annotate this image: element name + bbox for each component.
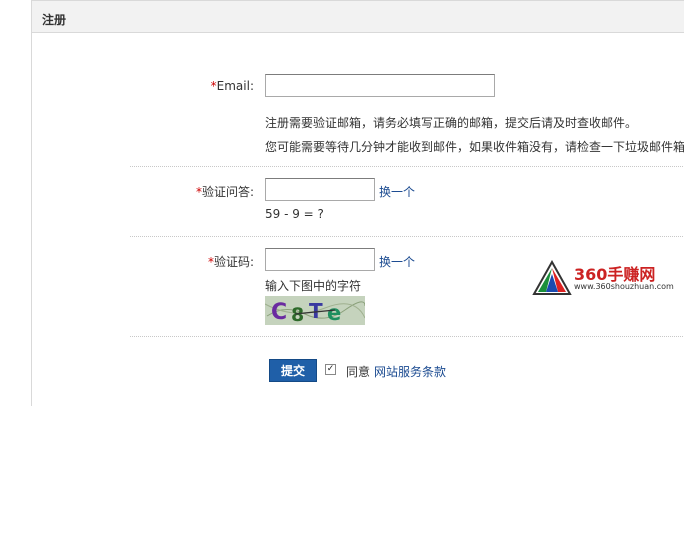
captcha-field[interactable] bbox=[265, 248, 375, 271]
logo-triangle-icon bbox=[532, 260, 572, 295]
captcha-label-text: 验证码: bbox=[213, 255, 254, 269]
watermark-url: www.360shouzhuan.com bbox=[574, 282, 674, 291]
captcha-char: C bbox=[271, 300, 287, 325]
captcha-char: e bbox=[327, 301, 341, 325]
change-captcha-link[interactable]: 换一个 bbox=[379, 253, 415, 270]
agree-checkbox[interactable]: ✓ bbox=[325, 364, 336, 375]
captcha-label: *验证码: bbox=[208, 253, 254, 270]
question-label-text: 验证问答: bbox=[201, 185, 254, 199]
email-field[interactable] bbox=[265, 74, 495, 97]
email-hint-1: 注册需要验证邮箱，请务必填写正确的邮箱，提交后请及时查收邮件。 bbox=[265, 116, 638, 130]
email-hint-2: 您可能需要等待几分钟才能收到邮件，如果收件箱没有，请检查一下垃圾邮件箱 bbox=[265, 140, 684, 154]
submit-button[interactable]: 提交 bbox=[269, 359, 317, 382]
email-label: *Email: bbox=[211, 79, 254, 93]
site-watermark: 360手赚网 www.360shouzhuan.com bbox=[532, 258, 684, 298]
terms-link[interactable]: 网站服务条款 bbox=[374, 363, 446, 380]
email-label-text: Email: bbox=[216, 79, 254, 93]
change-question-link[interactable]: 换一个 bbox=[379, 183, 415, 200]
captcha-hint: 输入下图中的字符 bbox=[265, 279, 362, 293]
panel-header: 注册 bbox=[32, 0, 684, 33]
agree-label: 同意 bbox=[346, 365, 371, 379]
question-prompt: 59 - 9 = ? bbox=[265, 207, 324, 221]
question-answer-field[interactable] bbox=[265, 178, 375, 201]
captcha-image[interactable]: C 8 T e bbox=[265, 296, 365, 325]
divider bbox=[130, 236, 684, 237]
page-title: 注册 bbox=[42, 13, 67, 27]
register-panel: 注册 *Email: 注册需要验证邮箱，请务必填写正确的邮箱，提交后请及时查收邮… bbox=[31, 0, 684, 406]
captcha-svg: C 8 T e bbox=[265, 296, 365, 325]
question-label: *验证问答: bbox=[196, 183, 254, 200]
divider bbox=[130, 166, 684, 167]
captcha-char: 8 bbox=[291, 304, 304, 325]
divider bbox=[130, 336, 684, 337]
